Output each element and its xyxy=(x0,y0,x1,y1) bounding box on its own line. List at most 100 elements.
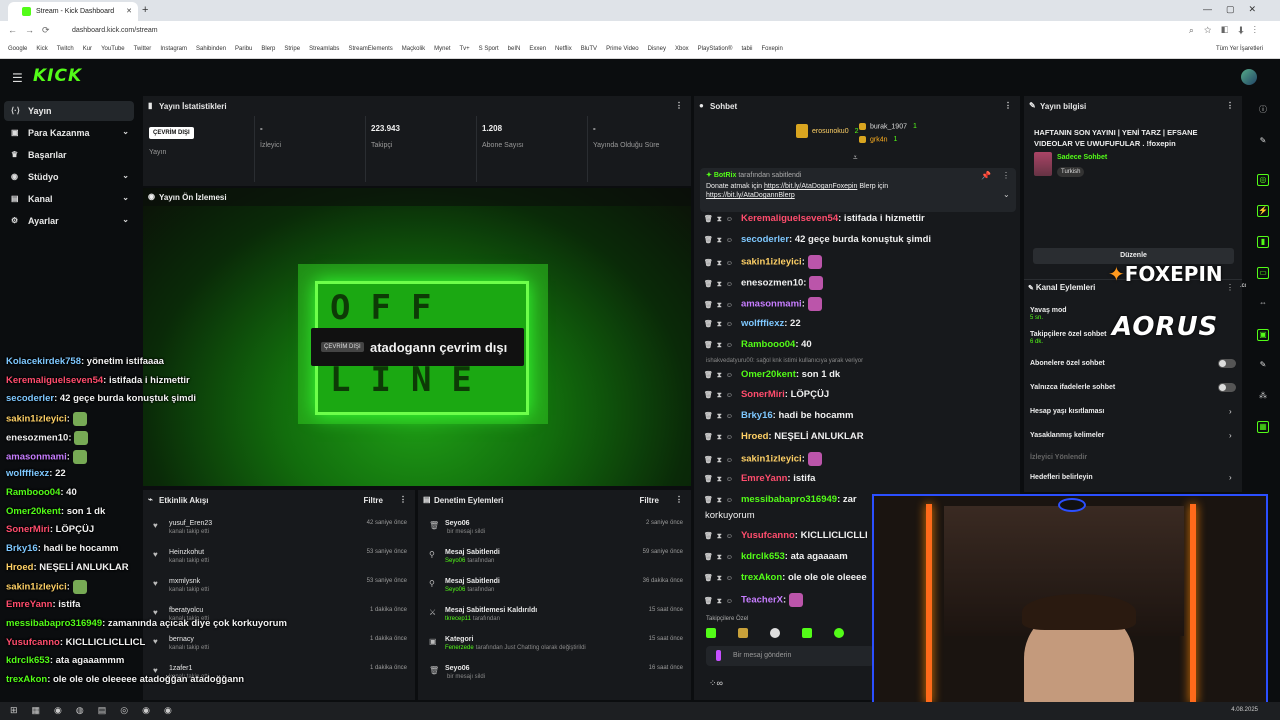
toggle-switch[interactable] xyxy=(1218,359,1236,368)
moderation-actor[interactable]: Seyo06 xyxy=(445,558,465,564)
more-icon[interactable]: ⋮ xyxy=(675,101,683,110)
bookmark-item[interactable]: Kur xyxy=(83,46,92,52)
pinned-link-foxepin[interactable]: https://bit.ly/AtaDoganFoxepin xyxy=(764,183,857,190)
chat-username[interactable]: Keremaliguelseven54 xyxy=(741,213,838,224)
all-bookmarks[interactable]: Tüm Yer İşaretleri xyxy=(1216,46,1263,52)
sidebar-item-4[interactable]: ▤ Kanal ⌄ xyxy=(4,189,134,209)
chat-username[interactable]: Rambooo04 xyxy=(741,339,795,350)
wrench-icon[interactable]: ✎ xyxy=(1257,360,1269,372)
more-icon[interactable]: ⋮ xyxy=(1004,101,1012,110)
chat-username[interactable]: amasonmami xyxy=(741,299,802,310)
top-gifter[interactable]: erosunoku0 2 xyxy=(796,124,859,138)
channel-action-row[interactable]: Yalnızca ifadelerle sohbet xyxy=(1030,384,1115,391)
pinned-user[interactable]: BotRix xyxy=(714,172,737,179)
bookmark-item[interactable]: Google xyxy=(8,46,27,52)
bookmark-item[interactable]: Xbox xyxy=(675,46,689,52)
chat-username[interactable]: wolfffiexz xyxy=(741,318,784,329)
sidebar-item-0[interactable]: ⟨·⟩ Yayın xyxy=(4,101,134,121)
chat-input[interactable]: Bir mesaj gönderin xyxy=(706,646,874,666)
sidebar-item-5[interactable]: ⚙ Ayarlar ⌄ xyxy=(4,211,134,231)
edit-icon[interactable]: ✎ xyxy=(1257,136,1269,148)
chevron-down-icon[interactable]: ⌄ xyxy=(1003,190,1010,199)
avatar[interactable] xyxy=(1241,69,1257,85)
chevron-right-icon[interactable]: › xyxy=(1229,473,1232,482)
bookmark-item[interactable]: tabii xyxy=(741,46,752,52)
top-gifter[interactable]: burak_1907 1 xyxy=(859,123,917,130)
mod-action-icons[interactable]: 🗑⧗☺ xyxy=(704,554,737,561)
chat-icon[interactable]: ▭ xyxy=(1257,267,1269,279)
url-field[interactable]: dashboard.kick.com/stream xyxy=(72,27,158,34)
trash-icon[interactable]: ▮ xyxy=(1257,236,1269,248)
chat-username[interactable]: Yusufcanno xyxy=(741,530,795,541)
mod-action-icons[interactable]: 🗑⧗☺ xyxy=(704,216,737,223)
screen-icon[interactable]: ▣ xyxy=(1257,329,1269,341)
mod-action-icons[interactable]: 🗑⧗☺ xyxy=(704,302,737,309)
bolt-icon[interactable]: ⚡ xyxy=(1257,205,1269,217)
chat-username[interactable]: kdrclk653 xyxy=(741,551,785,562)
chevron-down-icon[interactable]: ⌄ xyxy=(122,215,129,224)
chevron-down-icon[interactable]: ⌄ xyxy=(122,193,129,202)
bookmark-item[interactable]: Disney xyxy=(648,46,666,52)
calculator-icon[interactable]: ▦ xyxy=(1257,421,1269,433)
bookmark-item[interactable]: BluTV xyxy=(581,46,597,52)
share-icon[interactable]: ⁂ xyxy=(1257,391,1269,403)
collapse-icon[interactable]: ⩡ xyxy=(853,153,858,163)
more-icon[interactable]: ⋮ xyxy=(1226,101,1234,110)
mod-action-icons[interactable]: 🗑⧗☺ xyxy=(704,598,737,605)
chat-username[interactable]: Hroed xyxy=(741,431,768,442)
mod-action-icons[interactable]: 🗑⧗☺ xyxy=(704,497,737,504)
bookmark-item[interactable]: YouTube xyxy=(101,46,125,52)
chevron-down-icon[interactable]: ⌄ xyxy=(122,171,129,180)
channel-action-row[interactable]: İzleyici Yönlendir xyxy=(1030,454,1087,461)
category-name[interactable]: Sadece Sohbet xyxy=(1057,154,1107,161)
mod-action-icons[interactable]: 🗑⧗☺ xyxy=(704,321,737,328)
mod-action-icons[interactable]: 🗑⧗☺ xyxy=(704,575,737,582)
pinned-link-blerp[interactable]: https://bit.ly/AtaDogannBlerp xyxy=(706,192,795,199)
close-tab-icon[interactable]: ✕ xyxy=(126,7,132,15)
pin-toggle-icon[interactable]: 📌 xyxy=(981,171,991,180)
bookmark-item[interactable]: Exxen xyxy=(529,46,546,52)
more-icon[interactable]: ⋮ xyxy=(1226,283,1234,292)
chevron-right-icon[interactable]: › xyxy=(1229,431,1232,440)
bookmark-item[interactable]: Twitter xyxy=(134,46,152,52)
moderation-filter-button[interactable]: Filtre xyxy=(639,496,659,505)
chevron-down-icon[interactable]: ⌄ xyxy=(122,127,129,136)
toggle-switch[interactable] xyxy=(1218,383,1236,392)
mod-action-icons[interactable]: 🗑⧗☺ xyxy=(704,237,737,244)
bookmark-item[interactable]: Foxepin xyxy=(761,46,782,52)
camera-icon[interactable]: ◎ xyxy=(1257,174,1269,186)
address-bar-icons[interactable]: ⌕☆◧⬇⋮ xyxy=(1189,25,1266,36)
bookmark-item[interactable]: beIN xyxy=(508,46,521,52)
chat-username[interactable]: trexAkon xyxy=(741,572,782,583)
link-icon[interactable]: ⇔ xyxy=(1257,298,1269,310)
chat-username[interactable]: secoderler xyxy=(741,234,789,245)
moderation-actor[interactable]: tkrecep11 xyxy=(445,616,471,622)
bookmark-item[interactable]: Prime Video xyxy=(606,46,639,52)
mod-action-icons[interactable]: 🗑⧗☺ xyxy=(704,342,737,349)
more-icon[interactable]: ⋮ xyxy=(1002,171,1010,180)
mod-action-icons[interactable]: 🗑⧗☺ xyxy=(704,281,737,288)
channel-action-row[interactable]: Yavaş mod 5 sn. xyxy=(1030,307,1067,321)
activity-filter-button[interactable]: Filtre xyxy=(363,496,383,505)
chevron-right-icon[interactable]: › xyxy=(1229,407,1232,416)
bookmark-item[interactable]: Maçkolik xyxy=(402,46,425,52)
mod-action-icons[interactable]: 🗑⧗☺ xyxy=(704,533,737,540)
channel-action-row[interactable]: Yasaklanmış kelimeler xyxy=(1030,432,1104,439)
bookmark-item[interactable]: S Sport xyxy=(479,46,499,52)
mod-action-icons[interactable]: 🗑⧗☺ xyxy=(704,476,737,483)
top-gifter[interactable]: grk4n 1 xyxy=(859,136,897,143)
chat-username[interactable]: Brky16 xyxy=(741,410,773,421)
sidebar-item-2[interactable]: ♛ Başarılar xyxy=(4,145,134,165)
bookmark-item[interactable]: Stripe xyxy=(284,46,300,52)
chat-username[interactable]: messibabapro316949 xyxy=(741,494,837,505)
nav-buttons[interactable]: ←→⟳ xyxy=(8,25,58,36)
moderation-actor[interactable]: Seyo06 xyxy=(445,587,465,593)
chat-username[interactable]: sakin1izleyici xyxy=(741,257,802,268)
kick-logo[interactable]: KICK xyxy=(33,66,82,86)
window-controls[interactable]: —▢✕ xyxy=(1203,4,1270,15)
mod-action-icons[interactable]: 🗑⧗☺ xyxy=(704,392,737,399)
bookmark-item[interactable]: Twitch xyxy=(57,46,74,52)
mod-action-icons[interactable]: 🗑⧗☺ xyxy=(704,260,737,267)
info-icon[interactable]: ⓘ xyxy=(1257,104,1269,116)
chat-username[interactable]: Omer20kent xyxy=(741,369,796,380)
